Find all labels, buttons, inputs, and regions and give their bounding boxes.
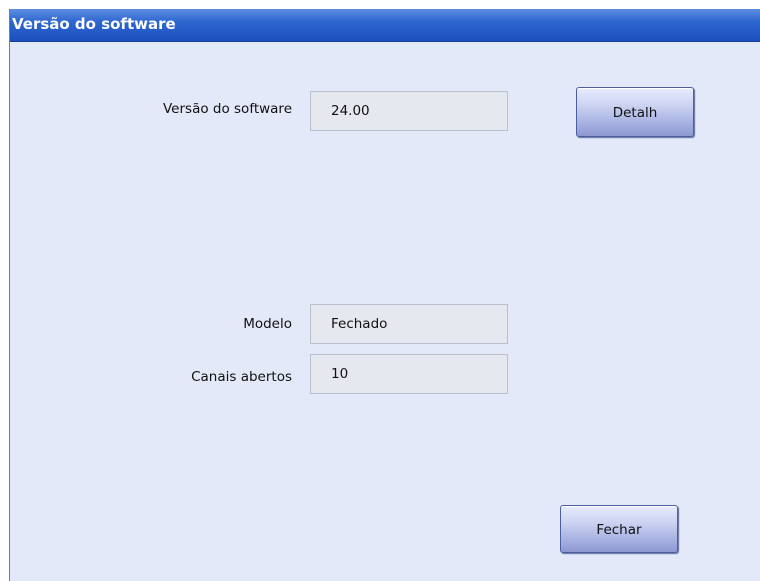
title-bar: Versão do software	[10, 9, 760, 42]
software-version-label: Versão do software	[163, 101, 292, 117]
window-title: Versão do software	[12, 15, 176, 33]
dialog-window: Versão do software Versão do software 24…	[9, 9, 760, 581]
top-background	[0, 0, 760, 9]
open-channels-label: Canais abertos	[191, 369, 292, 385]
model-field: Fechado	[310, 304, 508, 344]
close-button[interactable]: Fechar	[560, 505, 678, 553]
software-version-field: 24.00	[310, 91, 508, 131]
details-button[interactable]: Detalh	[576, 87, 694, 137]
model-label: Modelo	[243, 316, 292, 332]
open-channels-field: 10	[310, 354, 508, 394]
